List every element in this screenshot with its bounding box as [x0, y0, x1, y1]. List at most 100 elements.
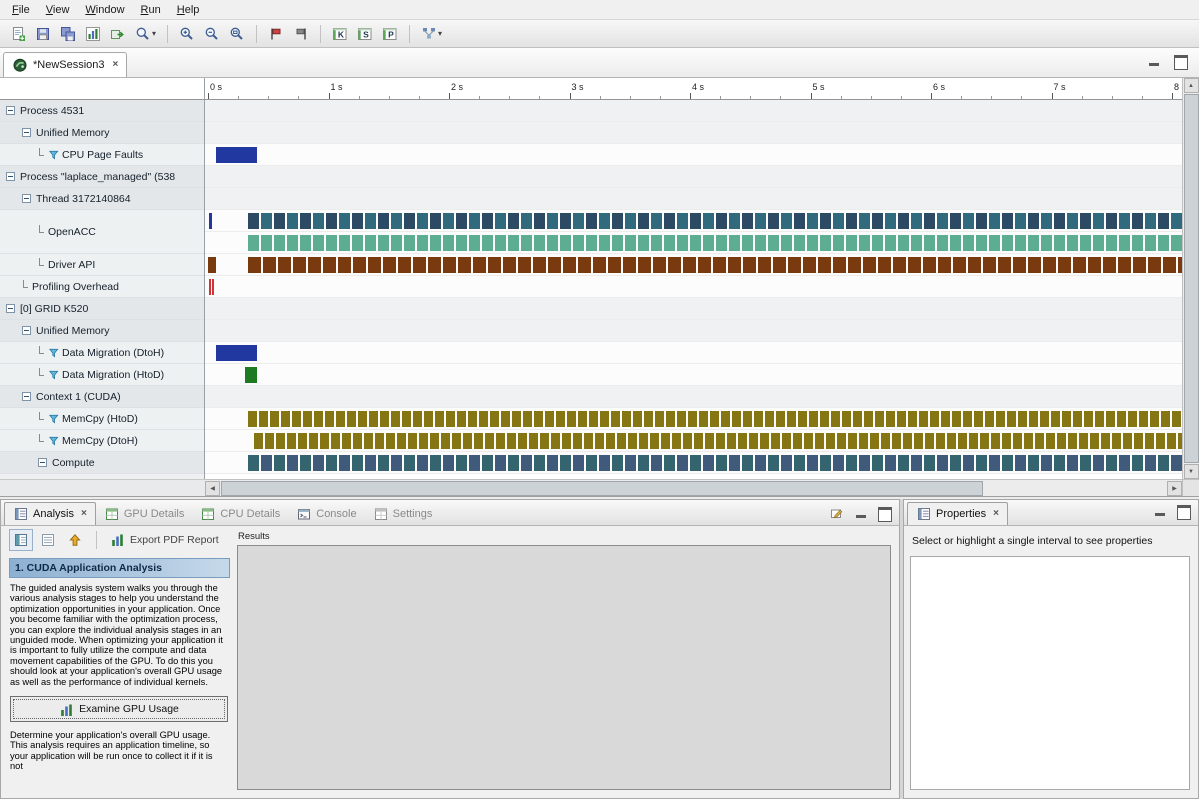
session-tab-close-icon[interactable]: × [113, 60, 119, 70]
tab-close-icon[interactable]: × [993, 509, 999, 519]
tree-collapse-icon[interactable] [22, 392, 31, 401]
go-to-previous-marker-button[interactable] [289, 22, 313, 46]
guided-mode-button[interactable] [9, 529, 33, 551]
tab-console[interactable]: Console [288, 502, 364, 525]
timeline-interval[interactable] [209, 279, 211, 295]
filter-icon[interactable] [48, 413, 59, 424]
dropdown-arrow-icon[interactable]: ▾ [152, 29, 156, 38]
profile-application-button[interactable] [81, 22, 105, 46]
row-label-cpu-page-faults[interactable]: CPU Page Faults [0, 144, 204, 166]
view-menu-icon[interactable] [829, 505, 845, 521]
go-to-marker-button[interactable] [264, 22, 288, 46]
scroll-down-icon[interactable]: ▼ [1184, 464, 1199, 479]
filter-icon[interactable] [48, 347, 59, 358]
row-label-data-migration-htod[interactable]: Data Migration (HtoD) [0, 364, 204, 386]
filter-icon[interactable] [48, 369, 59, 380]
timeline-interval[interactable] [208, 257, 216, 273]
menu-run[interactable]: Run [133, 2, 169, 18]
scroll-up-icon[interactable]: ▲ [1184, 78, 1199, 93]
tab-analysis[interactable]: Analysis× [4, 502, 96, 525]
new-session-button[interactable] [6, 22, 30, 46]
tab-cpu-details[interactable]: CPU Details [192, 502, 288, 525]
timeline-interval[interactable] [248, 235, 1182, 251]
timeline-interval[interactable] [216, 147, 257, 163]
tree-collapse-icon[interactable] [22, 194, 31, 203]
ruler-tick [690, 93, 691, 99]
timeline-interval[interactable] [212, 279, 214, 295]
row-label-data-migration-dtoh[interactable]: Data Migration (DtoH) [0, 342, 204, 364]
export-pdf-report-button[interactable]: Export PDF Report [106, 529, 223, 551]
minimize-icon[interactable] [1147, 55, 1161, 67]
save-all-button[interactable] [56, 22, 80, 46]
maximize-icon[interactable] [1176, 505, 1190, 517]
row-label-thread-3172140864[interactable]: Thread 3172140864 [0, 188, 204, 210]
guided-analysis-button[interactable]: ▾ [417, 22, 446, 46]
timeline-interval[interactable] [248, 213, 1182, 229]
profile-application-icon [85, 26, 101, 42]
timeline-interval[interactable] [209, 213, 211, 229]
scroll-right-icon[interactable]: ▶ [1167, 481, 1182, 496]
scroll-left-icon[interactable]: ◀ [205, 481, 220, 496]
unguided-mode-icon [40, 532, 56, 548]
minimize-icon[interactable] [854, 507, 868, 519]
tab-close-icon[interactable]: × [81, 509, 87, 519]
maximize-icon[interactable] [1173, 55, 1187, 67]
search-button[interactable]: ▾ [131, 22, 160, 46]
tree-collapse-icon[interactable] [6, 106, 15, 115]
timeline-interval[interactable] [245, 367, 257, 383]
row-label-driver-api[interactable]: Driver API [0, 254, 204, 276]
menu-window[interactable]: Window [77, 2, 132, 18]
row-label-memcpy-htod[interactable]: MemCpy (HtoD) [0, 408, 204, 430]
dropdown-arrow-icon[interactable]: ▾ [438, 29, 442, 38]
menu-view[interactable]: View [38, 2, 78, 18]
row-label-profiling-overhead[interactable]: Profiling Overhead [0, 276, 204, 298]
filter-icon[interactable] [48, 435, 59, 446]
ruler-tick [750, 96, 751, 99]
row-label-process-laplace-managed-538[interactable]: Process "laplace_managed" (538 [0, 166, 204, 188]
row-label-context-1-cuda[interactable]: Context 1 (CUDA) [0, 386, 204, 408]
promote-stage-button[interactable] [63, 529, 87, 551]
row-label-openacc[interactable]: OpenACC [0, 210, 204, 254]
zoom-in-button[interactable] [175, 22, 199, 46]
timeline-hscrollbar[interactable]: ◀ ▶ [205, 479, 1182, 496]
vscroll-thumb[interactable] [1184, 94, 1199, 463]
timeline-interval[interactable] [248, 411, 1182, 427]
timeline-vscrollbar[interactable]: ▲ ▼ [1182, 78, 1199, 479]
timeline-interval[interactable] [216, 345, 257, 361]
hscroll-thumb[interactable] [221, 481, 983, 496]
minimize-icon[interactable] [1153, 505, 1167, 517]
analyze-source-button[interactable]: S [353, 22, 377, 46]
tree-collapse-icon[interactable] [38, 458, 47, 467]
row-label-compute[interactable]: Compute [0, 452, 204, 474]
import-button[interactable] [106, 22, 130, 46]
menu-help[interactable]: Help [169, 2, 208, 18]
analyze-pc-button[interactable]: P [378, 22, 402, 46]
tab-properties[interactable]: Properties × [907, 502, 1008, 525]
zoom-out-button[interactable] [200, 22, 224, 46]
menu-file[interactable]: File [4, 2, 38, 18]
session-tab[interactable]: *NewSession3 × [3, 52, 127, 77]
row-label-process-4531[interactable]: Process 4531 [0, 100, 204, 122]
timeline-interval[interactable] [254, 433, 1182, 449]
tree-collapse-icon[interactable] [22, 326, 31, 335]
analyze-kernel-button[interactable]: K [328, 22, 352, 46]
row-label-0-grid-k520[interactable]: [0] GRID K520 [0, 298, 204, 320]
go-to-previous-marker-icon [293, 26, 309, 42]
tree-collapse-icon[interactable] [6, 304, 15, 313]
row-label-memcpy-dtoh[interactable]: MemCpy (DtoH) [0, 430, 204, 452]
filter-icon[interactable] [48, 149, 59, 160]
examine-gpu-usage-button[interactable]: Examine GPU Usage [10, 696, 228, 722]
unguided-mode-button[interactable] [36, 529, 60, 551]
timeline-interval[interactable] [248, 257, 1182, 273]
tree-collapse-icon[interactable] [22, 128, 31, 137]
row-label-unified-memory[interactable]: Unified Memory [0, 320, 204, 342]
tab-gpu-details[interactable]: GPU Details [96, 502, 193, 525]
timeline-ruler[interactable]: 0 s1 s2 s3 s4 s5 s6 s7 s8 s [205, 78, 1182, 100]
save-button[interactable] [31, 22, 55, 46]
tree-collapse-icon[interactable] [6, 172, 15, 181]
maximize-icon[interactable] [877, 507, 891, 519]
row-label-unified-memory[interactable]: Unified Memory [0, 122, 204, 144]
timeline-interval[interactable] [248, 455, 1182, 471]
zoom-fit-button[interactable] [225, 22, 249, 46]
tab-settings[interactable]: Settings [365, 502, 441, 525]
